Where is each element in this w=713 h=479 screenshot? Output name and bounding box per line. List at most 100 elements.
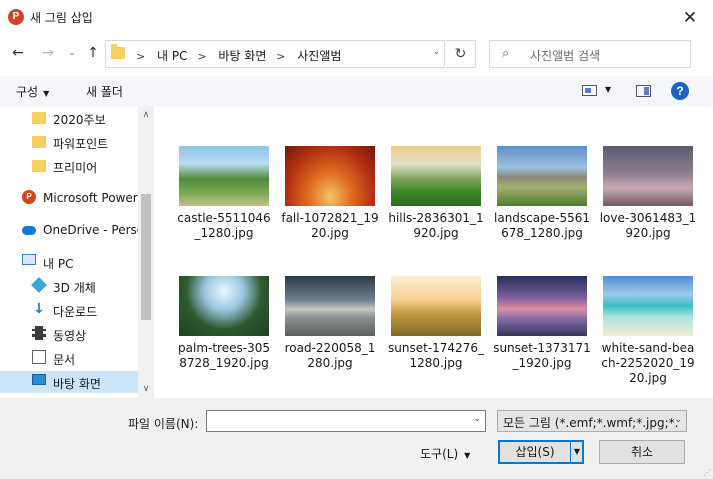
breadcrumb-desktop[interactable]: 바탕 화면 <box>218 49 266 63</box>
nav-item-2[interactable]: 프리미어 <box>0 155 138 177</box>
breadcrumb-separator[interactable]: > <box>197 50 206 63</box>
fall-thumbnail <box>285 146 375 206</box>
file-name: castle-5511046_1280.jpg <box>177 211 271 240</box>
organize-label: 구성 <box>16 85 39 99</box>
file-item[interactable]: castle-5511046_1280.jpg <box>169 146 279 241</box>
file-item[interactable]: love-3061483_1920.jpg <box>593 146 703 241</box>
nav-item-9[interactable]: 문서 <box>0 347 138 369</box>
help-icon[interactable]: ? <box>671 82 689 100</box>
view-options-dropdown[interactable]: ▼ <box>605 85 611 94</box>
cancel-button[interactable]: 취소 <box>599 440 685 464</box>
nav-item-0[interactable]: 2020주보 <box>0 107 138 129</box>
organize-menu[interactable]: 구성 ▼ <box>16 83 49 100</box>
file-item[interactable]: sunset-1373171_1920.jpg <box>487 276 597 371</box>
insert-label: 삽입(S) <box>515 445 555 459</box>
breadcrumb-my-pc[interactable]: 내 PC <box>157 49 187 63</box>
address-dropdown-icon[interactable]: ⌄ <box>432 47 440 57</box>
caret-down-icon: ▼ <box>43 89 50 98</box>
close-button[interactable]: ✕ <box>677 6 703 30</box>
nav-item-label: 내 PC <box>43 257 74 271</box>
preview-pane-icon[interactable] <box>636 85 651 97</box>
navigation-row: ← → ⌄ ↑ > 내 PC > 바탕 화면 > 사진앨범 ⌄ ↻ ⌕ 사진앨범… <box>0 36 713 72</box>
recent-locations-dropdown[interactable]: ⌄ <box>62 42 82 64</box>
nav-item-label: Microsoft PowerP <box>43 191 138 205</box>
forward-button[interactable]: → <box>38 42 58 64</box>
nav-item-4[interactable]: OneDrive - Person <box>0 219 138 241</box>
document-icon <box>32 350 46 364</box>
landscape-thumbnail <box>497 146 587 206</box>
file-item[interactable]: sunset-174276_1280.jpg <box>381 276 491 371</box>
nav-item-label: 3D 개체 <box>53 281 96 295</box>
nav-item-10[interactable]: 바탕 화면 <box>0 371 138 393</box>
file-item[interactable]: palm-trees-3058728_1920.jpg <box>169 276 279 371</box>
nav-item-label: 프리미어 <box>53 161 98 175</box>
filetype-value: 모든 그림 (*.emf;*.wmf;*.jpg;*. <box>503 416 679 430</box>
tools-menu[interactable]: 도구(L) ▼ <box>420 445 470 462</box>
breadcrumb-separator[interactable]: > <box>136 50 145 63</box>
back-button[interactable]: ← <box>8 42 28 64</box>
new-folder-button[interactable]: 새 폴더 <box>86 83 123 100</box>
onedrive-icon <box>22 226 36 235</box>
folder-icon <box>32 160 46 172</box>
file-name: landscape-5561678_1280.jpg <box>494 211 590 240</box>
file-name: road-220058_1280.jpg <box>284 341 376 370</box>
video-icon <box>32 326 46 340</box>
breadcrumb-separator[interactable]: > <box>276 50 285 63</box>
folder-icon <box>32 112 46 124</box>
nav-item-label: OneDrive - Person <box>43 223 138 237</box>
scroll-thumb[interactable] <box>141 194 151 320</box>
file-item[interactable]: landscape-5561678_1280.jpg <box>487 146 597 241</box>
tools-label: 도구(L) <box>420 447 459 461</box>
nav-item-label: 2020주보 <box>53 113 106 127</box>
sunset1-thumbnail <box>391 276 481 336</box>
filename-field[interactable]: ⌄ <box>206 410 486 432</box>
resize-grip-icon[interactable]: ⋰ <box>703 468 711 477</box>
desktop-icon <box>32 374 46 385</box>
file-name: fall-1072821_1920.jpg <box>281 211 379 240</box>
road-thumbnail <box>285 276 375 336</box>
insert-options-dropdown[interactable]: ▼ <box>574 442 580 462</box>
powerpoint-icon: P <box>22 190 36 204</box>
nav-item-7[interactable]: ↓ 다운로드 <box>0 299 138 321</box>
chevron-down-icon[interactable]: ⌄ <box>473 414 481 424</box>
title-bar: P 새 그림 삽입 ✕ <box>0 0 713 36</box>
nav-item-5[interactable]: 내 PC <box>0 251 138 273</box>
change-view-icon[interactable] <box>582 85 597 96</box>
file-name: sunset-1373171_1920.jpg <box>493 341 591 370</box>
file-name: hills-2836301_1920.jpg <box>388 211 484 240</box>
bottom-panel: 파일 이름(N): ⌄ 모든 그림 (*.emf;*.wmf;*.jpg;*. … <box>0 398 713 479</box>
file-name: palm-trees-3058728_1920.jpg <box>178 341 270 370</box>
scroll-down-icon[interactable]: ∨ <box>138 382 154 396</box>
scroll-up-icon[interactable]: ∧ <box>138 108 154 122</box>
chevron-down-icon: ⌄ <box>674 415 682 425</box>
nav-item-label: 바탕 화면 <box>53 377 101 391</box>
file-list: castle-5511046_1280.jpg fall-1072821_1920… <box>160 106 713 398</box>
search-placeholder: 사진앨범 검색 <box>530 49 601 63</box>
castle-thumbnail <box>179 146 269 206</box>
filetype-select[interactable]: 모든 그림 (*.emf;*.wmf;*.jpg;*. ⌄ <box>497 410 687 432</box>
address-bar[interactable]: > 내 PC > 바탕 화면 > 사진앨범 ⌄ <box>105 40 445 68</box>
up-button[interactable]: ↑ <box>83 42 103 64</box>
navigation-pane: 2020주보파워포인트프리미어 P Microsoft PowerP OneDrive… <box>0 106 154 398</box>
search-input[interactable]: ⌕ 사진앨범 검색 <box>489 40 691 68</box>
breadcrumb-photo-album[interactable]: 사진앨범 <box>297 49 341 63</box>
file-item[interactable]: road-220058_1280.jpg <box>275 276 385 371</box>
split-divider <box>570 442 571 462</box>
command-bar: 구성 ▼ 새 폴더 ▼ ? <box>0 76 713 106</box>
file-item[interactable]: fall-1072821_1920.jpg <box>275 146 385 241</box>
nav-scrollbar[interactable]: ∧ ∨ <box>138 106 154 398</box>
nav-item-8[interactable]: 동영상 <box>0 323 138 345</box>
file-item[interactable]: white-sand-beach-2252020_1920.jpg <box>593 276 703 386</box>
refresh-button[interactable]: ↻ <box>446 40 476 68</box>
file-item[interactable]: hills-2836301_1920.jpg <box>381 146 491 241</box>
nav-item-label: 파워포인트 <box>53 137 109 151</box>
breadcrumb: > 내 PC > 바탕 화면 > 사진앨범 <box>132 47 343 64</box>
insert-button[interactable]: 삽입(S) ▼ <box>498 440 584 464</box>
nav-item-1[interactable]: 파워포인트 <box>0 131 138 153</box>
sunset2-thumbnail <box>497 276 587 336</box>
nav-item-label: 동영상 <box>53 329 87 343</box>
nav-item-3[interactable]: P Microsoft PowerP <box>0 187 138 209</box>
nav-item-6[interactable]: 3D 개체 <box>0 275 138 297</box>
nav-item-label: 문서 <box>53 353 76 367</box>
filename-label: 파일 이름(N): <box>128 417 199 431</box>
